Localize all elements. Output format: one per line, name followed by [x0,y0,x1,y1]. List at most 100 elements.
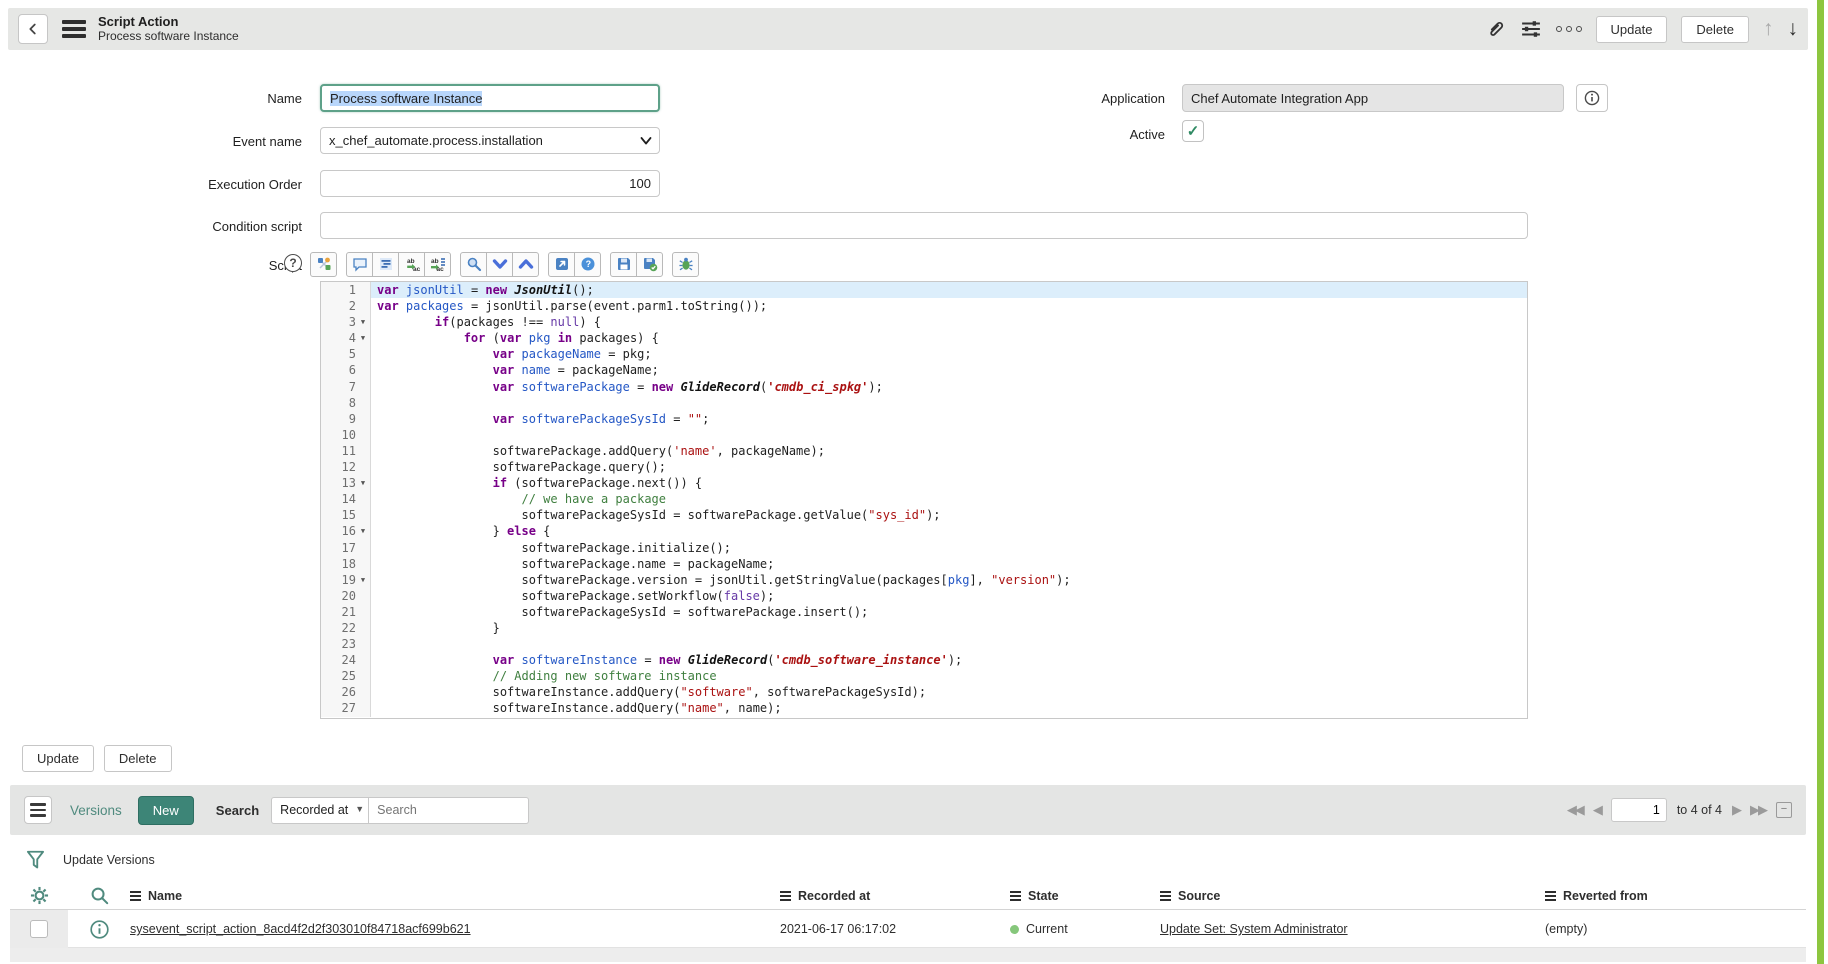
code-line: 27 softwareInstance.addQuery("name", nam… [321,700,1527,716]
reverted-from-value: (empty) [1545,922,1806,936]
code-line: 7 var softwarePackage = new GlideRecord(… [321,379,1527,395]
versions-title[interactable]: Versions [70,803,122,818]
fold-arrow-icon[interactable]: ▼ [356,523,370,539]
script-action-page: Script Action Process software Instance … [0,0,1828,964]
column-menu-icon [130,891,141,901]
toggle-comment-icon[interactable] [346,252,373,277]
script-editor-toolbar: abac abac ? [310,251,699,277]
form-context-menu-icon[interactable] [62,20,86,38]
code-line: 16▼ } else { [321,523,1527,539]
list-search-input[interactable] [369,797,529,824]
event-name-label: Event name [40,134,302,149]
search-field-select-wrap: Recorded at ▼ [271,797,369,824]
app-scope-stripe [1817,0,1824,964]
search-code-icon[interactable] [460,252,487,277]
save-icon[interactable] [610,252,637,277]
code-line: 3▼ if(packages !== null) { [321,314,1527,330]
code-line: 22 } [321,620,1527,636]
find-previous-icon[interactable] [512,252,539,277]
previous-record-icon[interactable]: ↑ [1763,17,1774,41]
syntax-editor-toggle-icon[interactable] [310,252,337,277]
code-line: 5 var packageName = pkg; [321,346,1527,362]
active-checkbox[interactable]: ✓ [1182,120,1204,142]
code-line: 24 var softwareInstance = new GlideRecor… [321,652,1527,668]
last-page-icon[interactable]: ▶▶ [1750,802,1766,818]
condition-script-label: Condition script [40,219,302,234]
column-menu-icon [1160,891,1171,901]
replace-all-icon[interactable]: abac [424,252,451,277]
delete-button[interactable]: Delete [1681,16,1749,43]
code-line: 13▼ if (softwarePackage.next()) { [321,475,1527,491]
new-version-button[interactable]: New [138,796,194,825]
event-name-select[interactable]: x_chef_automate.process.installation [320,127,660,154]
condition-script-input[interactable] [320,212,1528,239]
update-button-bottom[interactable]: Update [22,745,94,772]
code-line: 6 var name = packageName; [321,362,1527,378]
code-line: 26 softwareInstance.addQuery("software",… [321,684,1527,700]
next-record-icon[interactable]: ↓ [1788,17,1799,41]
debug-icon[interactable] [672,252,699,277]
more-options-button[interactable] [1556,26,1582,32]
code-line: 14 // we have a package [321,491,1527,507]
row-checkbox[interactable] [30,920,48,938]
search-field-select[interactable]: Recorded at [271,797,369,824]
script-help-button[interactable]: ? [284,254,302,272]
filter-funnel-icon[interactable] [26,850,45,871]
column-header-reverted-from[interactable]: Reverted from [1545,889,1806,903]
open-in-window-icon[interactable] [548,252,575,277]
fold-arrow-icon[interactable]: ▼ [356,475,370,491]
svg-text:ac: ac [413,266,420,272]
list-context-menu-icon[interactable] [24,796,52,824]
save-and-check-icon[interactable] [636,252,663,277]
column-menu-icon [1545,891,1556,901]
update-button[interactable]: Update [1596,16,1668,43]
info-icon [1584,90,1600,106]
version-record-link[interactable]: sysevent_script_action_8acd4f2d2f303010f… [130,922,471,936]
minimize-list-icon[interactable]: − [1776,802,1792,818]
first-page-icon[interactable]: ◀◀ [1567,802,1583,818]
row-info-icon[interactable] [90,920,109,939]
column-header-name[interactable]: Name [130,889,780,903]
execution-order-input[interactable]: 100 [320,170,660,197]
code-line: 9 var softwarePackageSysId = ""; [321,411,1527,427]
paperclip-icon [1486,19,1506,39]
next-page-icon[interactable]: ▶ [1732,802,1740,818]
attachment-button[interactable] [1486,19,1506,39]
svg-text:ab: ab [407,258,415,265]
name-input[interactable]: Process software Instance [320,84,660,112]
replace-icon[interactable]: abac [398,252,425,277]
find-next-icon[interactable] [486,252,513,277]
page-input[interactable] [1611,798,1667,822]
format-code-icon[interactable] [372,252,399,277]
application-value: Chef Automate Integration App [1191,91,1368,106]
list-search-icon[interactable] [90,886,109,905]
column-header-state[interactable]: State [1010,889,1160,903]
api-help-icon[interactable]: ? [574,252,601,277]
code-line: 21 softwarePackageSysId = softwarePackag… [321,604,1527,620]
code-line: 2var packages = jsonUtil.parse(event.par… [321,298,1527,314]
source-link[interactable]: Update Set: System Administrator [1160,922,1348,936]
fold-arrow-icon[interactable]: ▼ [356,330,370,346]
back-button[interactable] [18,14,48,44]
application-info-button[interactable] [1576,84,1608,112]
column-header-recorded-at[interactable]: Recorded at [780,889,1010,903]
state-cell: Current [1010,922,1160,936]
previous-page-icon[interactable]: ◀ [1593,802,1601,818]
form-header-bar: Script Action Process software Instance … [8,8,1808,50]
script-editor[interactable]: 1var jsonUtil = new JsonUtil();2var pack… [320,281,1528,719]
column-header-source[interactable]: Source [1160,889,1545,903]
code-line: 4▼ for (var pkg in packages) { [321,330,1527,346]
list-search-label: Search [216,803,259,818]
code-line: 23 [321,636,1527,652]
filter-breadcrumb[interactable]: Update Versions [63,853,155,867]
fold-arrow-icon[interactable]: ▼ [356,314,370,330]
code-lines: 1var jsonUtil = new JsonUtil();2var pack… [321,282,1527,717]
code-line: 20 softwarePackage.setWorkflow(false); [321,588,1527,604]
delete-button-bottom[interactable]: Delete [104,745,172,772]
fold-arrow-icon[interactable]: ▼ [356,572,370,588]
list-footer-strip [10,948,1806,962]
pagination-range: to 4 of 4 [1677,803,1722,817]
list-settings-gear-icon[interactable] [30,886,49,905]
name-input-selected-text: Process software Instance [330,91,482,106]
personalize-form-button[interactable] [1520,19,1542,39]
